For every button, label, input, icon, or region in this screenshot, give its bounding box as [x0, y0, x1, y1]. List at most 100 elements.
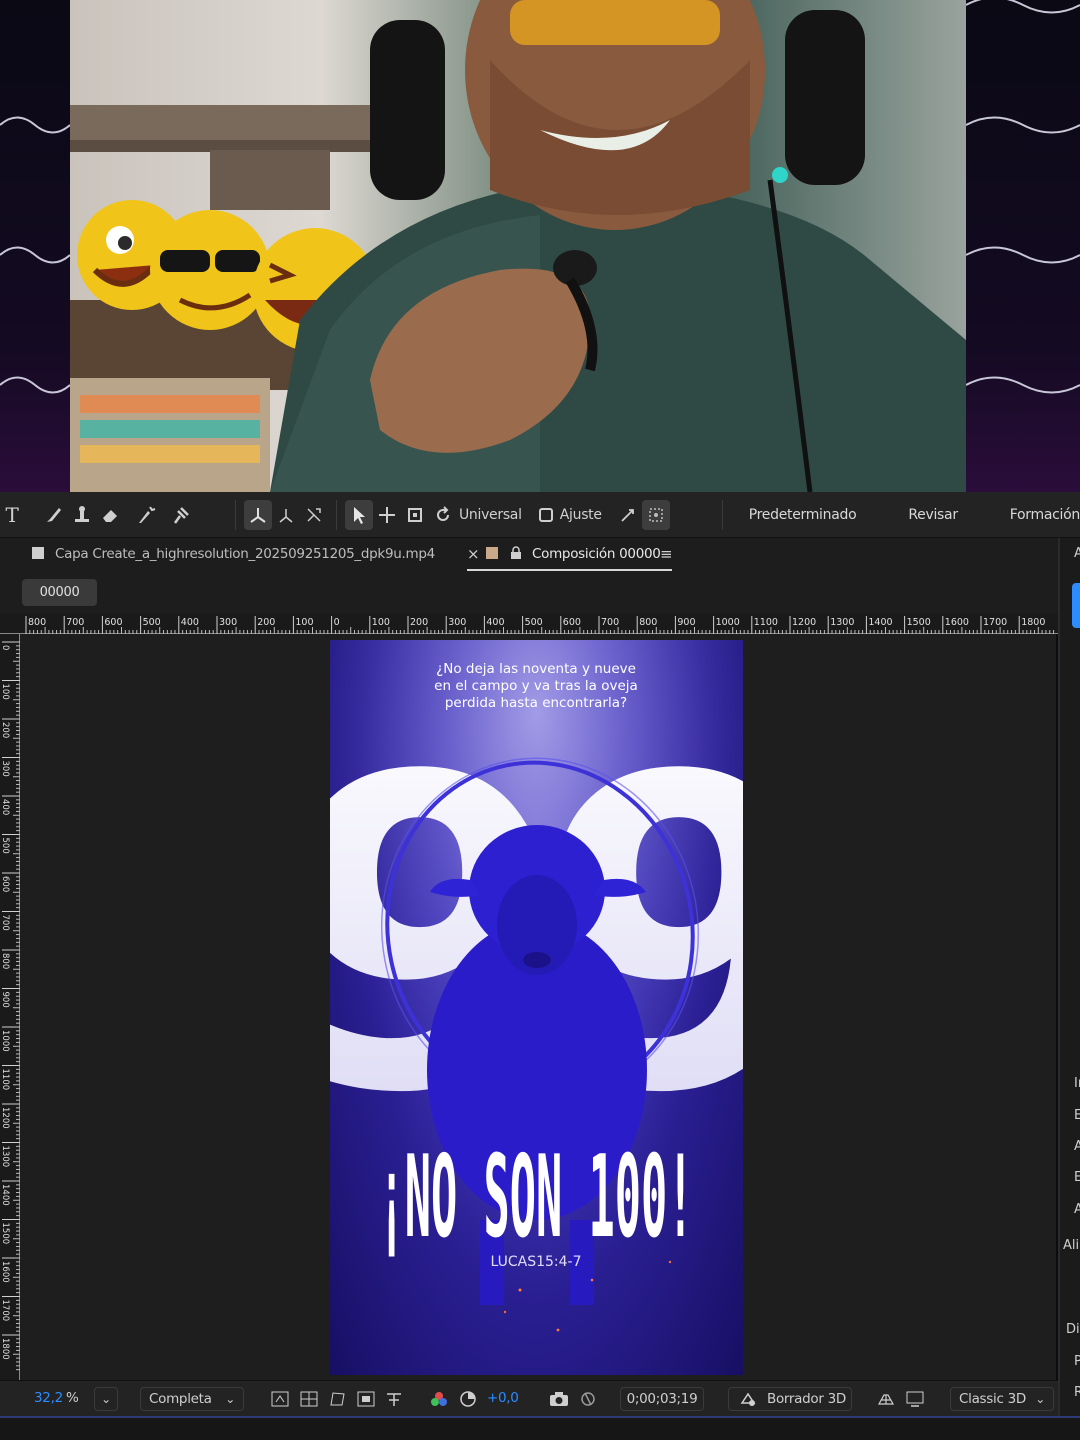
ruler-h-label: 800 — [639, 617, 657, 628]
ruler-v-label: 500 — [0, 838, 10, 854]
color-channels-icon[interactable] — [430, 1391, 448, 1407]
resolution-dropdown[interactable]: Completa ⌄ — [140, 1387, 244, 1411]
transparency-grid-icon[interactable] — [300, 1391, 318, 1407]
draft-3d-toggle[interactable]: Borrador 3D — [728, 1387, 852, 1411]
ground-plane-icon[interactable] — [877, 1391, 895, 1407]
webcam-presenter-image — [70, 0, 966, 492]
clone-stamp-tool-icon[interactable] — [68, 500, 96, 530]
tab-composition[interactable]: Composición 00000 — [532, 546, 661, 562]
zoom-value[interactable]: 32,2 — [34, 1390, 63, 1406]
snapping-label[interactable]: Ajuste — [560, 507, 602, 523]
ruler-h-label: 1700 — [983, 617, 1007, 628]
ruler-v-label: 1600 — [0, 1261, 10, 1283]
scripture-reference: LUCAS15:4-7 — [491, 1254, 582, 1270]
right-wave-decoration — [966, 0, 1080, 394]
renderer-value: Classic 3D — [959, 1391, 1026, 1407]
roto-brush-tool-icon[interactable] — [133, 500, 161, 530]
extended-viewer-icon[interactable] — [906, 1391, 924, 1407]
crop-tool-icon[interactable] — [401, 500, 429, 530]
snapshot-camera-icon[interactable] — [549, 1391, 569, 1407]
vertical-ruler-ticks: 0 100 200 300 400 500 600 700 800 900 1000 1100 1200… — [0, 641, 20, 1371]
right-panel-accent-button[interactable] — [1072, 583, 1080, 628]
guides-options-icon[interactable] — [385, 1390, 403, 1408]
quote-line-1: ¿No deja las noventa y nueve — [436, 661, 636, 677]
right-side-panel: A Ir E A E A Ali Di P R — [1058, 538, 1080, 1440]
ruler-h-label: 400 — [181, 617, 199, 628]
snap-features-icon[interactable] — [641, 499, 670, 530]
renderer-dropdown[interactable]: Classic 3D ⌄ — [950, 1387, 1054, 1411]
ruler-v-label: 100 — [0, 684, 10, 700]
ruler-h-label: 1600 — [945, 617, 969, 628]
ruler-v-label: 700 — [0, 915, 10, 931]
type-tool-icon[interactable]: T — [0, 500, 24, 530]
view-axis-mode-icon[interactable] — [300, 500, 328, 530]
ruler-v-label: 400 — [0, 799, 10, 815]
resolution-value: Completa — [149, 1391, 212, 1407]
ruler-v-label: 900 — [0, 992, 10, 1008]
ruler-h-label: 200 — [257, 617, 275, 628]
region-of-interest-icon[interactable] — [357, 1391, 375, 1407]
ruler-v-label: 1000 — [0, 1030, 10, 1052]
selection-tool-icon[interactable] — [344, 499, 373, 530]
fast-previews-icon[interactable] — [271, 1391, 289, 1407]
ruler-h-label: 500 — [525, 617, 543, 628]
local-axis-mode-icon[interactable] — [243, 499, 272, 530]
ruler-v-label: 1800 — [0, 1338, 10, 1360]
screen: T Universal Ajuste Predeterminado Revisa… — [0, 0, 1080, 1440]
composition-breadcrumb[interactable]: 00000 — [22, 579, 97, 606]
ruler-h-label: 100 — [295, 617, 313, 628]
right-panel-label: A — [1074, 546, 1080, 561]
ruler-v-label: 1500 — [0, 1223, 10, 1245]
rotate-tool-icon[interactable] — [429, 500, 457, 530]
ruler-v-label: 1200 — [0, 1107, 10, 1129]
timeline-panel-edge — [0, 1416, 1080, 1440]
move-tool-icon[interactable] — [373, 500, 401, 530]
zoom-unit: % — [66, 1390, 79, 1406]
timecode-value: 0;00;03;19 — [626, 1391, 698, 1407]
ruler-h-label: 1000 — [716, 617, 740, 628]
tab-layer[interactable]: Capa Create_a_highresolution_20250925120… — [55, 546, 435, 562]
workspace-revisar[interactable]: Revisar — [908, 507, 958, 523]
quote-line-2: en el campo y va tras la oveja — [434, 678, 638, 694]
close-tab-icon[interactable]: × — [467, 545, 480, 563]
footage-layer-icon — [32, 547, 44, 559]
puppet-pin-tool-icon[interactable] — [167, 500, 195, 530]
current-time-display[interactable]: 0;00;03;19 — [620, 1387, 704, 1411]
reset-exposure-icon[interactable] — [459, 1390, 477, 1408]
panel-menu-icon[interactable]: ≡ — [660, 545, 673, 563]
axis-mode-label[interactable]: Universal — [459, 507, 522, 523]
composition-frame[interactable]: 99 ¿No deja las noventa y nueve en el ca… — [330, 640, 743, 1375]
snapping-checkbox-icon[interactable] — [532, 500, 560, 530]
right-panel-label: E — [1074, 1108, 1080, 1123]
ruler-h-label: 200 — [410, 617, 428, 628]
ruler-h-label: 600 — [563, 617, 581, 628]
ruler-v-label: 1100 — [0, 1069, 10, 1091]
ruler-h-label: 1200 — [792, 617, 816, 628]
world-axis-mode-icon[interactable] — [272, 500, 300, 530]
mask-visibility-icon[interactable] — [328, 1391, 346, 1407]
exposure-value[interactable]: +0,0 — [487, 1390, 519, 1406]
workspace-predeterminado[interactable]: Predeterminado — [749, 507, 857, 523]
lock-icon[interactable] — [510, 546, 522, 560]
snap-options-icon[interactable] — [614, 500, 642, 530]
brush-tool-icon[interactable] — [40, 500, 68, 530]
vertical-ruler[interactable]: 0 100 200 300 400 500 600 700 800 900 1000 1100 1200… — [0, 634, 20, 1380]
horizontal-ruler[interactable]: 800 700 600 500 400 300 200 100 0 100 200 300 400 500… — [0, 614, 1058, 634]
tools-toolbar: T Universal Ajuste Predeterminado Revisa… — [0, 492, 1080, 538]
viewer-status-bar: 32,2 % ⌄ Completa ⌄ +0,0 0;00;03;19 Borr… — [0, 1380, 1058, 1416]
chevron-down-icon: ⌄ — [225, 1392, 235, 1406]
zoom-dropdown[interactable]: ⌄ — [94, 1387, 118, 1411]
chevron-down-icon: ⌄ — [101, 1392, 111, 1406]
right-panel-label: P — [1074, 1354, 1080, 1369]
ruler-h-label: 300 — [219, 617, 237, 628]
show-snapshot-icon[interactable] — [579, 1390, 597, 1408]
ruler-h-label: 0 — [334, 617, 340, 628]
eraser-tool-icon[interactable] — [96, 500, 124, 530]
webcam-background — [0, 0, 1080, 492]
ruler-h-label: 300 — [448, 617, 466, 628]
ruler-h-label: 700 — [66, 617, 84, 628]
workspace-formacion[interactable]: Formación — [1010, 507, 1080, 523]
ruler-h-label: 700 — [601, 617, 619, 628]
right-panel-label: A — [1074, 1202, 1080, 1217]
ruler-h-label: 900 — [677, 617, 695, 628]
